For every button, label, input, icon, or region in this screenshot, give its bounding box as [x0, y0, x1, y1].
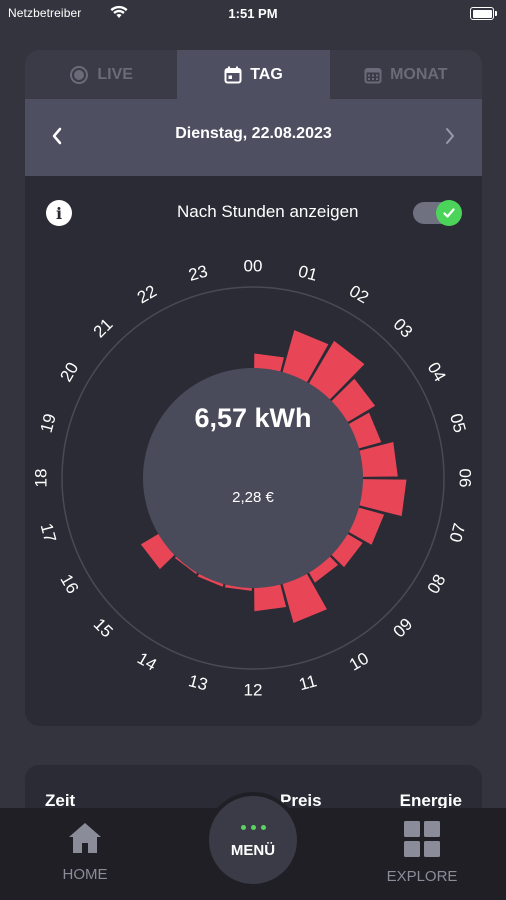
hour-label-15: 15 [90, 614, 117, 641]
hour-label-21: 21 [90, 315, 117, 342]
hour-label-01: 01 [296, 262, 319, 285]
hour-label-14: 14 [134, 649, 160, 675]
menu-label: MENÜ [230, 842, 276, 859]
hour-label-07: 07 [446, 521, 469, 544]
hour-label-08: 08 [424, 571, 450, 597]
hour-label-18: 18 [32, 469, 51, 488]
menu-button[interactable]: MENÜ [205, 792, 301, 888]
hour-label-22: 22 [134, 281, 160, 307]
hour-label-11: 11 [297, 671, 319, 694]
chart-bar-11 [254, 584, 287, 612]
total-cost: 2,28 € [232, 489, 274, 506]
hour-label-00: 00 [244, 257, 263, 276]
hour-label-03: 03 [389, 315, 416, 342]
hour-label-20: 20 [56, 359, 82, 385]
nav-explore[interactable]: EXPLORE [362, 820, 482, 885]
home-icon [69, 823, 101, 853]
nav-explore-label: EXPLORE [386, 868, 458, 885]
nav-home[interactable]: HOME [25, 820, 145, 883]
hour-label-13: 13 [187, 671, 210, 694]
hour-label-10: 10 [346, 649, 372, 675]
hour-label-16: 16 [56, 571, 82, 597]
hour-label-17: 17 [37, 521, 60, 544]
chart-center-disc [143, 368, 363, 588]
total-energy: 6,57 kWh [194, 403, 312, 433]
hour-label-09: 09 [389, 614, 416, 641]
hour-label-04: 04 [424, 359, 450, 385]
nav-home-label: HOME [62, 866, 108, 883]
hour-label-02: 02 [346, 281, 372, 307]
menu-dots-icon [240, 825, 266, 830]
hour-label-06: 06 [456, 469, 475, 488]
chart-bar-05 [359, 441, 398, 477]
hour-label-12: 12 [244, 681, 263, 700]
hour-label-23: 23 [187, 262, 210, 285]
grid-icon [404, 821, 440, 857]
